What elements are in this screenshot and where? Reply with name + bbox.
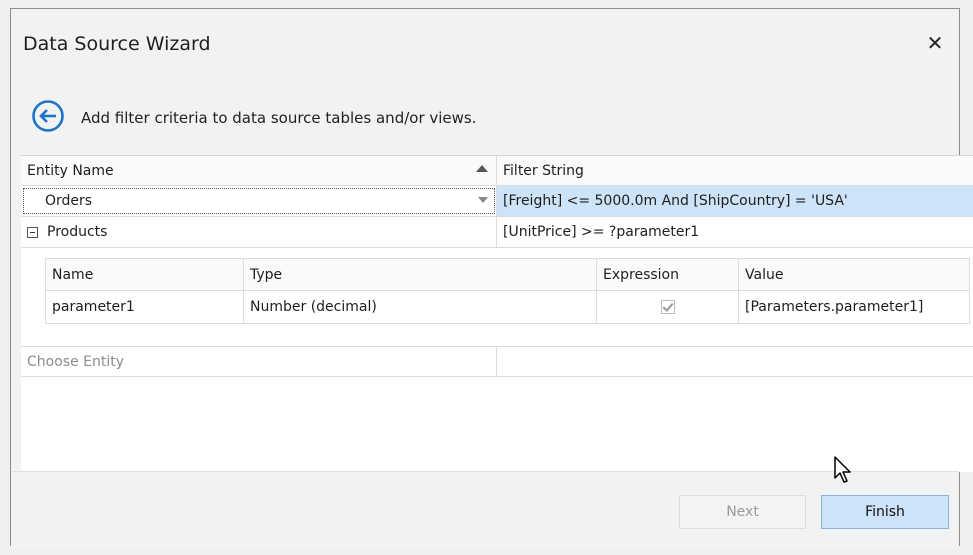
filter-string: [Freight] <= 5000.0m And [ShipCountry] =… [503, 193, 848, 209]
parameter-row[interactable]: parameter1 Number (decimal) [Parameters.… [46, 291, 969, 323]
parameters-detail-panel: Name Type Expression Value parameter1 Nu… [45, 248, 971, 338]
entity-cell-orders[interactable]: Orders [21, 186, 497, 216]
filter-string: [UnitPrice] >= ?parameter1 [503, 224, 700, 240]
new-row[interactable]: Choose Entity [21, 346, 973, 377]
filter-grid: Entity Name Filter String Orders [Freigh… [21, 155, 973, 472]
parameters-grid: Name Type Expression Value parameter1 Nu… [45, 258, 970, 324]
new-row-filter-cell[interactable] [497, 347, 973, 376]
entity-name: Orders [45, 193, 93, 209]
collapse-minus-icon[interactable] [27, 226, 38, 238]
dropdown-arrow-icon[interactable] [478, 197, 488, 203]
parameter-expression-cell[interactable] [597, 291, 739, 323]
parameters-header-row: Name Type Expression Value [46, 259, 969, 291]
grid-row-products[interactable]: Products [UnitPrice] >= ?parameter1 [21, 217, 973, 248]
next-button[interactable]: Next [679, 495, 806, 529]
wizard-header: Add filter criteria to data source table… [11, 79, 959, 155]
column-header-expression[interactable]: Expression [597, 259, 739, 290]
mouse-pointer-icon [834, 456, 851, 483]
entity-cell-products[interactable]: Products [21, 217, 497, 247]
expression-checkbox[interactable] [660, 300, 675, 314]
column-header-type[interactable]: Type [244, 259, 597, 290]
parameter-value-cell[interactable]: [Parameters.parameter1] [739, 291, 969, 323]
grid-header-row: Entity Name Filter String [21, 156, 973, 186]
close-icon[interactable]: ✕ [923, 31, 947, 55]
wizard-footer: Next Finish [11, 471, 959, 548]
title-bar: Data Source Wizard ✕ [11, 9, 959, 79]
next-button-label: Next [726, 504, 759, 520]
column-header-entity-name[interactable]: Entity Name [21, 156, 497, 185]
column-header-value[interactable]: Value [739, 259, 969, 290]
finish-button-label: Finish [865, 504, 905, 520]
column-header-label: Filter String [503, 162, 584, 179]
column-header-filter-string[interactable]: Filter String [497, 156, 973, 185]
parameter-name-cell[interactable]: parameter1 [46, 291, 244, 323]
parameter-type-cell[interactable]: Number (decimal) [244, 291, 597, 323]
sort-ascending-icon [476, 165, 488, 172]
wizard-subtitle: Add filter criteria to data source table… [81, 109, 477, 127]
grid-row-orders[interactable]: Orders [Freight] <= 5000.0m And [ShipCou… [21, 186, 973, 217]
data-source-wizard-window: Data Source Wizard ✕ Add filter criteria… [10, 8, 973, 548]
filter-cell-orders[interactable]: [Freight] <= 5000.0m And [ShipCountry] =… [497, 186, 973, 216]
finish-button[interactable]: Finish [821, 495, 949, 529]
back-arrow-icon[interactable] [31, 99, 65, 133]
choose-entity-cell[interactable]: Choose Entity [21, 347, 497, 376]
window-title: Data Source Wizard [23, 33, 211, 55]
filter-cell-products[interactable]: [UnitPrice] >= ?parameter1 [497, 217, 973, 247]
choose-entity-placeholder: Choose Entity [27, 353, 125, 370]
entity-name: Products [47, 224, 108, 240]
column-header-name[interactable]: Name [46, 259, 244, 290]
column-header-label: Entity Name [27, 162, 114, 179]
